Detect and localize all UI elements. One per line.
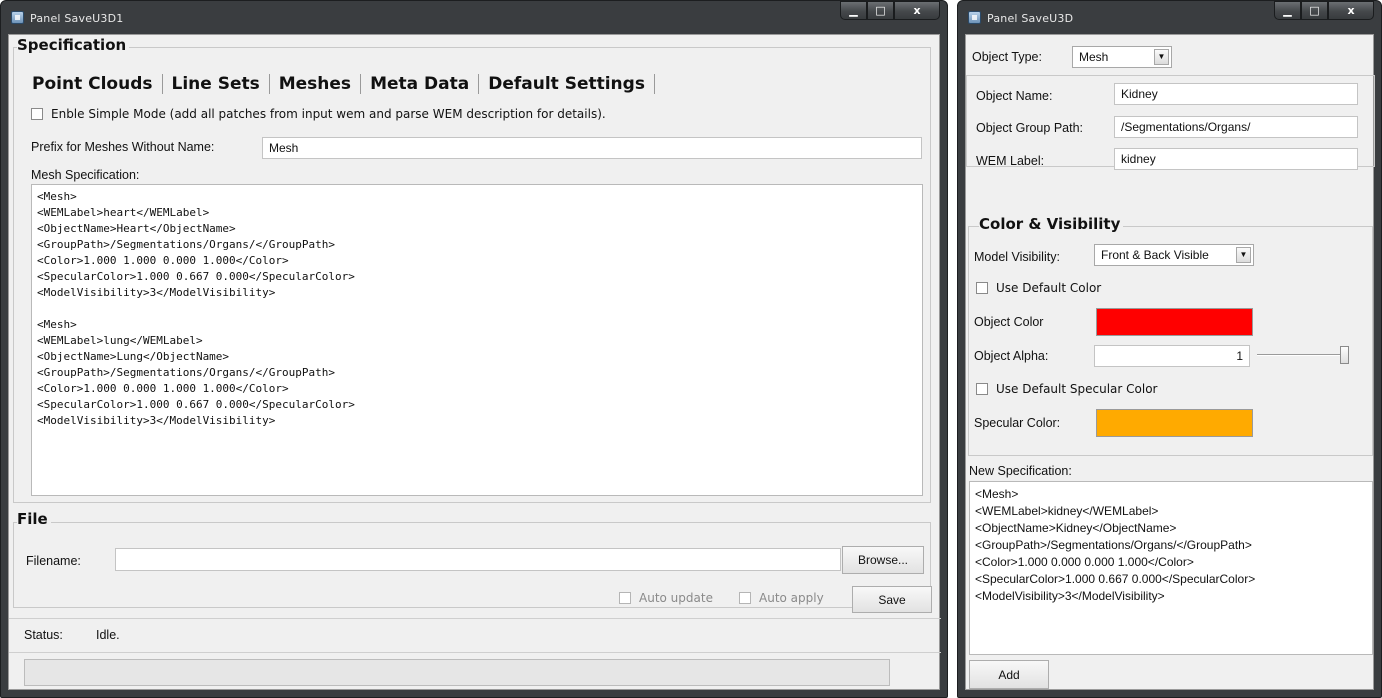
save-button[interactable]: Save (852, 586, 932, 613)
prefix-input[interactable]: Mesh (262, 137, 922, 159)
browse-button[interactable]: Browse... (842, 546, 924, 574)
new-spec-label: New Specification: (969, 464, 1072, 478)
object-color-label: Object Color (974, 315, 1044, 329)
object-type-value: Mesh (1079, 50, 1109, 64)
model-visibility-value: Front & Back Visible (1101, 248, 1209, 262)
new-spec-textarea[interactable]: <Mesh> <WEMLabel>kidney</WEMLabel> <Obje… (969, 481, 1373, 655)
color-visibility-group-title: Color & Visibility (979, 215, 1124, 233)
filename-label: Filename: (26, 554, 81, 568)
add-button[interactable]: Add (969, 660, 1049, 689)
specular-color-label: Specular Color: (974, 416, 1061, 430)
auto-apply-checkbox[interactable]: Auto apply (739, 591, 824, 605)
chevron-down-icon[interactable]: ▼ (1236, 247, 1251, 263)
filename-input[interactable] (115, 548, 841, 571)
mesh-spec-label: Mesh Specification: (31, 168, 140, 182)
app-icon (11, 11, 24, 24)
window-title: Panel SaveU3D1 (30, 12, 124, 25)
use-default-color-label: Use Default Color (996, 281, 1102, 295)
tab-point-clouds[interactable]: Point Clouds (23, 74, 163, 94)
checkbox-box[interactable] (31, 108, 43, 120)
checkbox-box[interactable] (976, 383, 988, 395)
panel-client-area: Object Type: Mesh ▼ Object Name: Kidney … (965, 34, 1375, 690)
tab-default-settings[interactable]: Default Settings (479, 74, 655, 94)
maximize-button[interactable]: □ (1301, 1, 1328, 20)
panel-saveu3d-window: Panel SaveU3D ▁ □ x Object Type: Mesh ▼ … (957, 0, 1382, 698)
tab-meta-data[interactable]: Meta Data (361, 74, 480, 94)
alpha-slider-track[interactable] (1257, 354, 1349, 356)
specular-color-swatch[interactable] (1096, 409, 1253, 437)
status-value: Idle. (96, 628, 120, 642)
use-default-specular-checkbox[interactable]: Use Default Specular Color (976, 382, 1157, 396)
divider (9, 618, 941, 619)
mesh-spec-textarea[interactable]: <Mesh> <WEMLabel>heart</WEMLabel> <Objec… (31, 184, 923, 496)
object-type-dropdown[interactable]: Mesh ▼ (1072, 46, 1172, 68)
prefix-label: Prefix for Meshes Without Name: (31, 140, 215, 154)
tab-bar: Point Clouds Line Sets Meshes Meta Data … (23, 74, 655, 94)
checkbox-box[interactable] (739, 592, 751, 604)
use-default-specular-label: Use Default Specular Color (996, 382, 1158, 396)
simple-mode-checkbox[interactable]: Enble Simple Mode (add all patches from … (31, 107, 606, 121)
model-visibility-dropdown[interactable]: Front & Back Visible ▼ (1094, 244, 1254, 266)
model-visibility-label: Model Visibility: (974, 250, 1060, 264)
close-button[interactable]: x (894, 1, 940, 20)
status-label: Status: (24, 628, 63, 642)
simple-mode-label: Enble Simple Mode (add all patches from … (51, 107, 606, 121)
alpha-slider-handle[interactable] (1340, 346, 1349, 364)
object-name-input[interactable]: Kidney (1114, 83, 1358, 105)
checkbox-box[interactable] (619, 592, 631, 604)
object-alpha-input[interactable]: 1 (1094, 345, 1250, 367)
minimize-button[interactable]: ▁ (840, 1, 867, 20)
progress-bar (24, 659, 890, 686)
divider (9, 652, 941, 653)
use-default-color-checkbox[interactable]: Use Default Color (976, 281, 1101, 295)
group-path-label: Object Group Path: (976, 121, 1084, 135)
chevron-down-icon[interactable]: ▼ (1154, 49, 1169, 65)
object-type-label: Object Type: (972, 50, 1042, 64)
auto-apply-label: Auto apply (759, 591, 824, 605)
minimize-button[interactable]: ▁ (1274, 1, 1301, 20)
object-alpha-label: Object Alpha: (974, 349, 1049, 363)
wem-label-label: WEM Label: (976, 154, 1045, 168)
panel-saveu3d1-window: Panel SaveU3D1 ▁ □ x Specification Point… (0, 0, 948, 698)
file-group-title: File (17, 510, 51, 528)
group-path-input[interactable]: /Segmentations/Organs/ (1114, 116, 1358, 138)
tab-meshes[interactable]: Meshes (270, 74, 362, 94)
object-name-label: Object Name: (976, 89, 1053, 103)
checkbox-box[interactable] (976, 282, 988, 294)
panel-client-area: Specification Point Clouds Line Sets Mes… (8, 34, 941, 690)
caption-buttons: ▁ □ x (840, 1, 940, 20)
auto-update-checkbox[interactable]: Auto update (619, 591, 713, 605)
object-color-swatch[interactable] (1096, 308, 1253, 336)
tab-line-sets[interactable]: Line Sets (163, 74, 270, 94)
close-button[interactable]: x (1328, 1, 1374, 20)
app-icon (968, 11, 981, 24)
wem-label-input[interactable]: kidney (1114, 148, 1358, 170)
auto-update-label: Auto update (639, 591, 713, 605)
window-title: Panel SaveU3D (987, 12, 1074, 25)
specification-group-title: Specification (17, 36, 130, 54)
title-bar[interactable]: Panel SaveU3D ▁ □ x (965, 1, 1374, 34)
maximize-button[interactable]: □ (867, 1, 894, 20)
title-bar[interactable]: Panel SaveU3D1 ▁ □ x (8, 1, 940, 34)
caption-buttons: ▁ □ x (1274, 1, 1374, 20)
